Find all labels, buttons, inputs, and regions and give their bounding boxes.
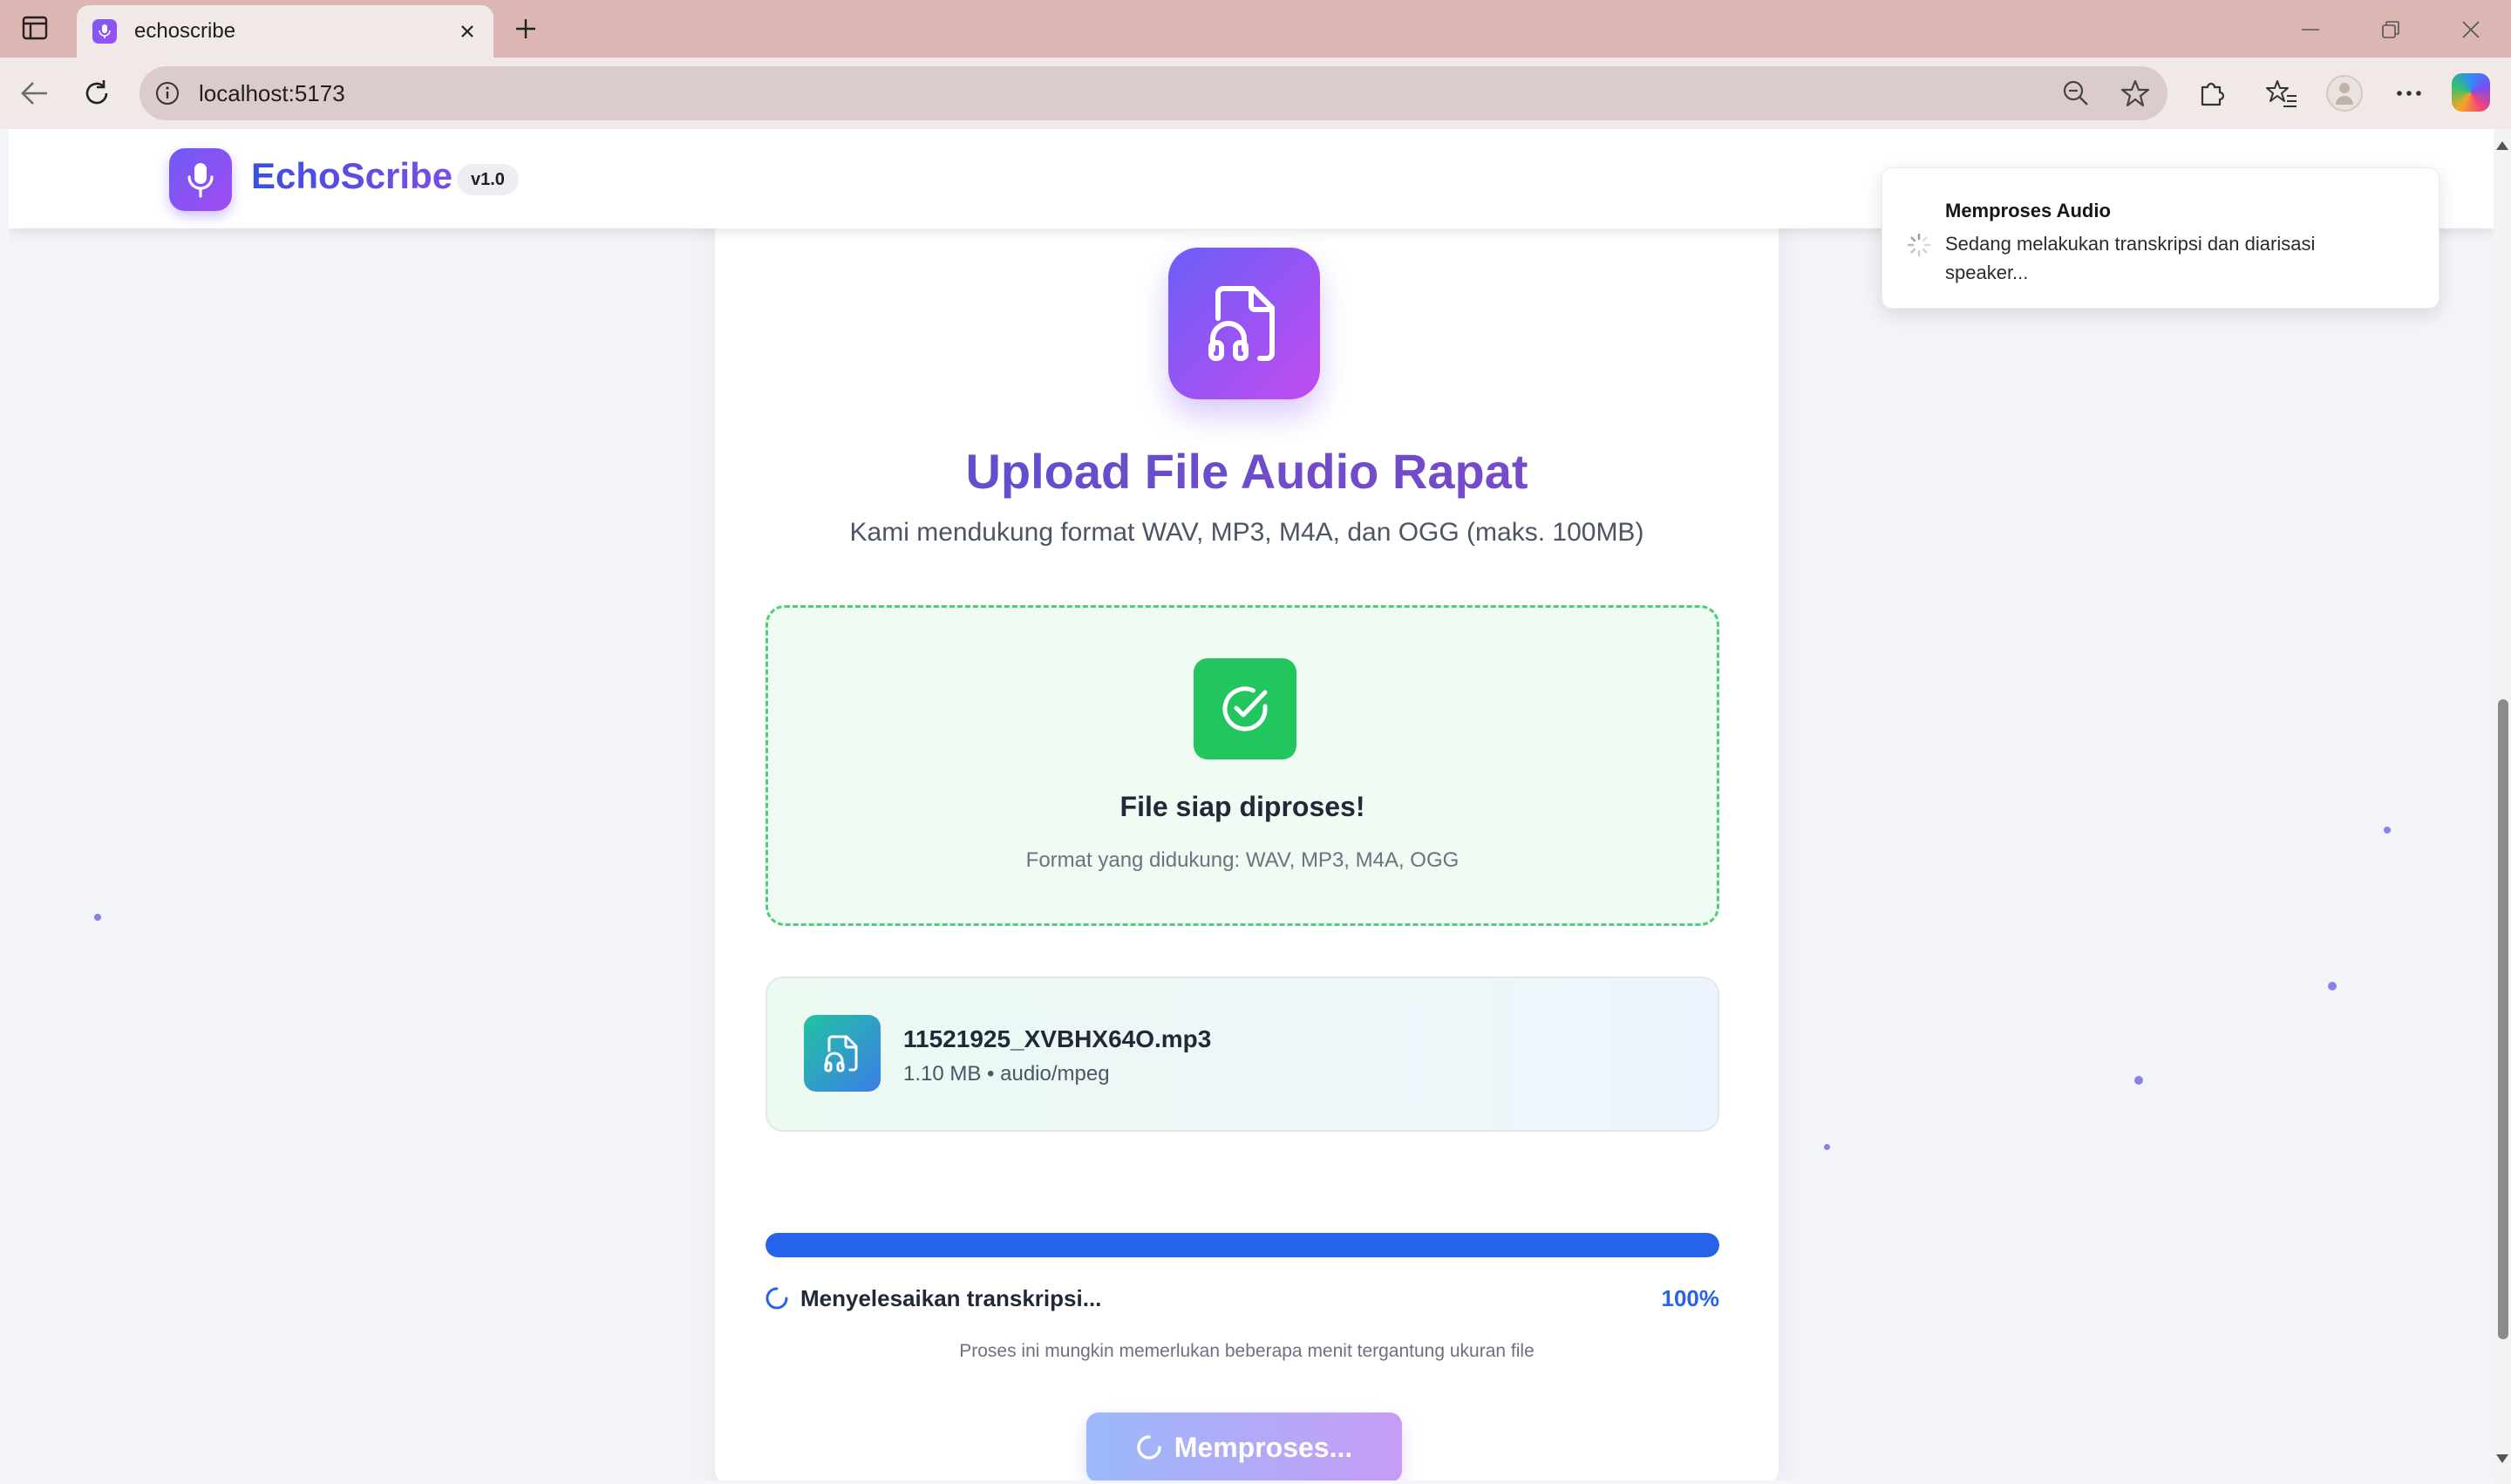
decorative-dot: [2384, 827, 2391, 834]
supported-formats-note: Format yang didukung: WAV, MP3, M4A, OGG: [1025, 848, 1460, 872]
scroll-up-arrow-icon[interactable]: [2496, 141, 2508, 150]
process-note: Proses ini mungkin memerlukan beberapa m…: [959, 1341, 1534, 1361]
upload-card: Upload File Audio Rapat Kami mendukung f…: [715, 181, 1779, 1481]
browser-tab-bar: echoscribe: [0, 0, 2511, 59]
file-dropzone[interactable]: File siap diproses! Format yang didukung…: [766, 605, 1719, 926]
decorative-dot: [94, 914, 101, 921]
progress-bar: [766, 1233, 1719, 1257]
tab-close-button[interactable]: [453, 17, 481, 45]
file-meta: 1.10 MB • audio/mpeg: [903, 1062, 1110, 1086]
process-button[interactable]: Memproses...: [1086, 1413, 1402, 1481]
check-circle-icon: [1194, 658, 1296, 759]
progress-fill: [766, 1233, 1719, 1257]
back-button[interactable]: [14, 73, 54, 113]
scroll-down-arrow-icon[interactable]: [2496, 1454, 2508, 1463]
window-close-button[interactable]: [2445, 12, 2497, 47]
mic-logo-icon[interactable]: [169, 148, 232, 211]
progress-status: Menyelesaikan transkripsi...: [800, 1285, 1102, 1311]
loading-spinner-icon: [1137, 1435, 1161, 1460]
progress-percent: 100%: [1661, 1285, 1720, 1311]
version-badge: v1.0: [457, 164, 519, 195]
dropzone-title: File siap diproses!: [1119, 791, 1365, 822]
loading-spinner-icon: [766, 1287, 788, 1310]
address-bar[interactable]: localhost:5173: [140, 66, 2167, 120]
decorative-dot: [2328, 982, 2337, 990]
decorative-dot: [2134, 1076, 2143, 1085]
browser-toolbar: localhost:5173: [0, 58, 2511, 129]
process-button-label: Memproses...: [1174, 1431, 1353, 1463]
person-icon: [2336, 83, 2353, 105]
more-menu-button[interactable]: [2389, 73, 2429, 113]
page-viewport: EchoScribe v1.0 Upload File Audio Rapat …: [9, 129, 2494, 1481]
arrow-left-icon: [21, 82, 47, 105]
mic-favicon-icon: [92, 19, 117, 44]
sidebar-icon: [22, 16, 48, 40]
profile-avatar[interactable]: [2326, 75, 2363, 112]
extensions-button[interactable]: [2192, 73, 2232, 113]
scrollbar-thumb[interactable]: [2498, 699, 2508, 1339]
toast-title: Memproses Audio: [1945, 200, 2111, 221]
favorites-list-icon: [2266, 80, 2297, 107]
more-horizontal-icon: [2397, 91, 2421, 96]
browser-tab[interactable]: echoscribe: [77, 5, 493, 59]
brand-name[interactable]: EchoScribe: [251, 155, 453, 197]
tab-title: echoscribe: [134, 19, 236, 43]
info-icon[interactable]: [153, 79, 181, 107]
processing-toast: Memproses Audio Sedang melakukan transkr…: [1882, 167, 2440, 309]
minimize-icon: [2302, 29, 2319, 31]
page-title: Upload File Audio Rapat: [715, 443, 1779, 500]
audio-file-icon: [1168, 248, 1320, 399]
file-name: 11521925_XVBHX64O.mp3: [903, 1025, 1212, 1052]
loading-spinner-icon: [1907, 233, 1931, 257]
reload-icon: [85, 80, 108, 105]
audio-file-icon: [804, 1015, 881, 1092]
favorites-button[interactable]: [2262, 73, 2302, 113]
url-text: localhost:5173: [199, 80, 345, 106]
close-icon: [461, 25, 473, 37]
close-icon: [2462, 21, 2480, 38]
favorite-star-icon[interactable]: [2119, 77, 2152, 110]
toast-description: Sedang melakukan transkripsi dan diarisa…: [1945, 233, 2316, 283]
copilot-icon[interactable]: [2452, 73, 2490, 112]
plus-icon: [516, 19, 535, 38]
page-scrollbar[interactable]: [2494, 129, 2511, 1484]
minimize-button[interactable]: [2284, 12, 2337, 47]
new-tab-button[interactable]: [507, 10, 544, 47]
zoom-out-icon[interactable]: [2059, 77, 2092, 110]
tab-actions-button[interactable]: [17, 12, 52, 44]
restore-icon: [2382, 21, 2399, 38]
page-subtitle: Kami mendukung format WAV, MP3, M4A, dan…: [849, 518, 1644, 547]
selected-file-card: 11521925_XVBHX64O.mp3 1.10 MB • audio/mp…: [766, 977, 1719, 1132]
restore-button[interactable]: [2365, 12, 2417, 47]
reload-button[interactable]: [77, 73, 117, 113]
decorative-dot: [1824, 1144, 1830, 1150]
puzzle-icon: [2201, 82, 2225, 106]
